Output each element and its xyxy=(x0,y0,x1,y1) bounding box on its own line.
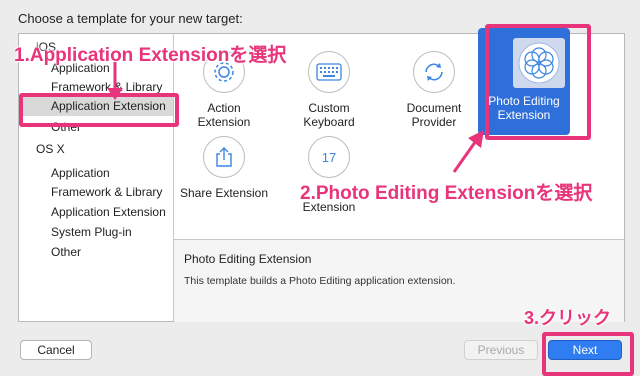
sidebar-item-label: Application Extension xyxy=(51,205,166,219)
sidebar-section-osx[interactable]: OS X xyxy=(19,140,173,159)
annotation-highlight-photo-editing xyxy=(485,24,591,140)
sidebar-item-label: Other xyxy=(51,245,82,259)
refresh-icon xyxy=(413,51,455,93)
sidebar-item-label: Application xyxy=(51,166,110,180)
calendar-date: 17 xyxy=(321,149,337,165)
template-document-provider[interactable]: Document Provider xyxy=(384,51,484,129)
detail-title: Photo Editing Extension xyxy=(184,252,312,266)
annotation-step3: 3.クリック xyxy=(524,308,612,328)
detail-description: This template builds a Photo Editing app… xyxy=(184,275,456,287)
annotation-arrow-1 xyxy=(107,62,123,100)
sidebar-section-label: OS X xyxy=(36,142,65,156)
sidebar-item-osx-application-extension[interactable]: Application Extension xyxy=(19,203,173,222)
annotation-step1: 1.Application Extensionを選択 xyxy=(14,45,287,66)
calendar-icon: 17 xyxy=(308,136,350,178)
annotation-highlight-next xyxy=(542,332,634,376)
template-label: Custom Keyboard xyxy=(303,101,355,129)
template-share-extension[interactable]: Share Extension xyxy=(174,136,274,200)
template-label: Document Provider xyxy=(406,101,462,129)
cancel-button[interactable]: Cancel xyxy=(20,340,92,360)
template-label: Share Extension xyxy=(179,186,269,200)
template-label: Action Extension xyxy=(197,101,251,129)
share-icon xyxy=(203,136,245,178)
sidebar-item-label: System Plug-in xyxy=(51,225,132,239)
sidebar-item-osx-other[interactable]: Other xyxy=(19,243,173,262)
sidebar-item-label: Framework & Library xyxy=(51,185,163,199)
annotation-highlight-sidebar xyxy=(19,93,179,127)
sidebar-item-osx-application[interactable]: Application xyxy=(19,164,173,183)
sidebar-item-label: Framework & Library xyxy=(51,80,163,94)
previous-button[interactable]: Previous xyxy=(464,340,538,360)
annotation-step2: 2.Photo Editing Extensionを選択 xyxy=(300,183,593,204)
sidebar-item-system-plugin[interactable]: System Plug-in xyxy=(19,223,173,242)
annotation-arrow-2 xyxy=(452,130,484,173)
dialog-title: Choose a template for your new target: xyxy=(18,11,243,26)
sidebar: iOS Application Framework & Library Appl… xyxy=(19,34,174,321)
keyboard-icon xyxy=(308,51,350,93)
template-custom-keyboard[interactable]: Custom Keyboard xyxy=(279,51,379,129)
sidebar-item-osx-framework-library[interactable]: Framework & Library xyxy=(19,183,173,202)
